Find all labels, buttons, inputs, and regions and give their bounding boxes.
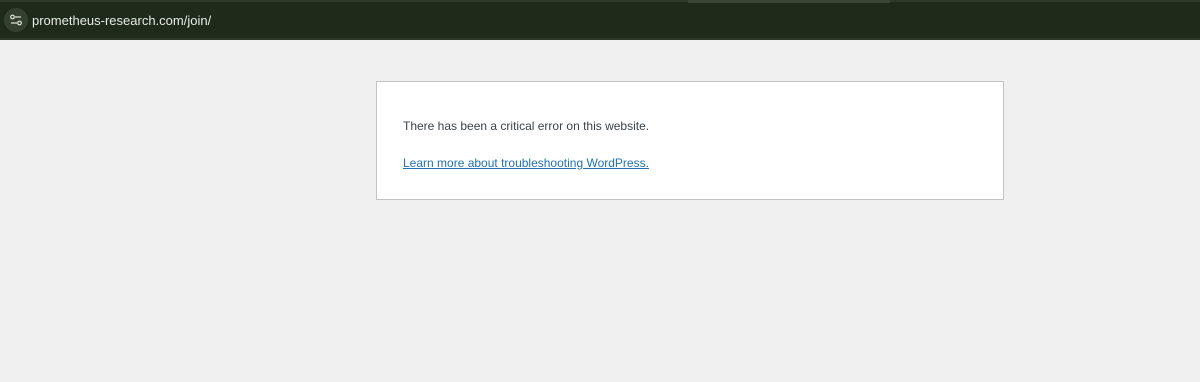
tune-icon	[10, 14, 22, 26]
error-message: There has been a critical error on this …	[403, 119, 650, 133]
site-info-button[interactable]	[4, 8, 28, 32]
troubleshooting-link[interactable]: Learn more about troubleshooting WordPre…	[403, 154, 649, 172]
browser-address-bar: prometheus-research.com/join/	[0, 0, 1200, 40]
active-tab-indicator	[688, 0, 890, 3]
url-field[interactable]: prometheus-research.com/join/	[32, 12, 211, 29]
error-panel: There has been a critical error on this …	[376, 81, 1004, 200]
